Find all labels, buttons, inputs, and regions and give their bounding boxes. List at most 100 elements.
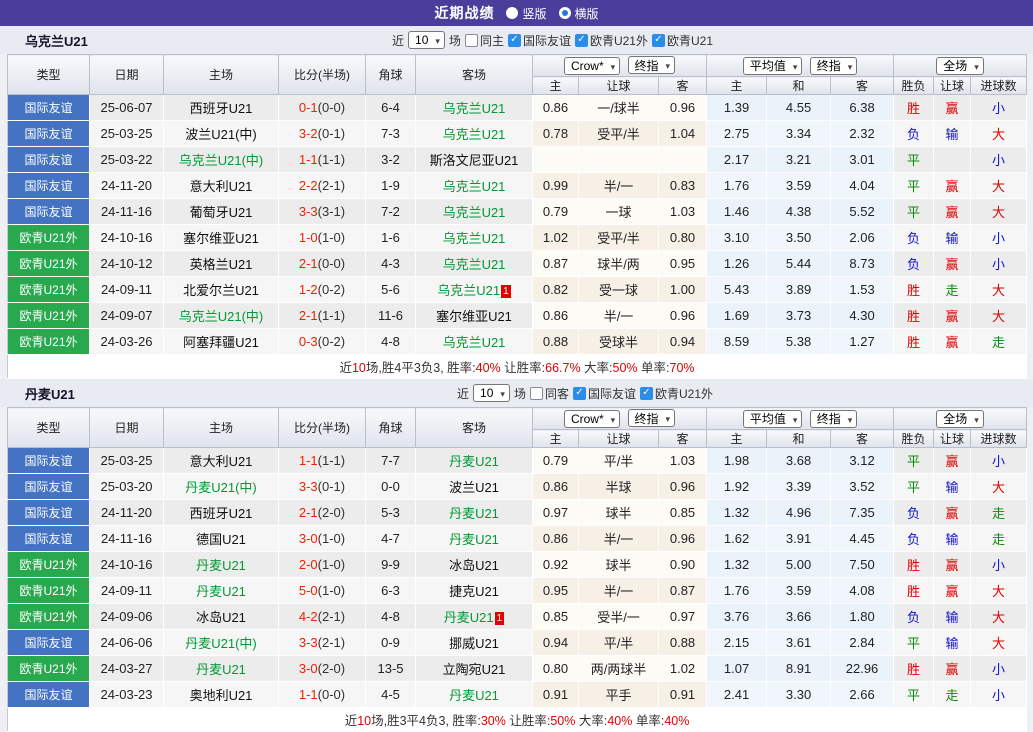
competition-filter-euro-u21-qual[interactable]: 欧青U21外	[639, 385, 713, 402]
result-goals: 大	[970, 276, 1028, 303]
home-team-name[interactable]: 丹麦U21(中)	[185, 480, 257, 495]
home-team-name[interactable]: 英格兰U21	[190, 257, 253, 272]
fulltime-select[interactable]: 全场	[936, 409, 984, 428]
away-team-name[interactable]: 丹麦U21	[449, 532, 499, 547]
result-handicap: 输	[933, 629, 972, 656]
average-select[interactable]: 平均值	[742, 409, 803, 428]
near-count-select[interactable]: 10	[473, 384, 510, 402]
away-team-name[interactable]: 乌克兰U21	[443, 335, 506, 350]
away-team-name[interactable]: 立陶宛U21	[443, 662, 506, 677]
bookmaker-select[interactable]: Crow*	[563, 409, 621, 428]
score-cell: 5-0(1-0)	[278, 577, 366, 604]
halftime-score: (2-1)	[317, 178, 346, 193]
score-cell: 1-2(0-2)	[278, 276, 366, 303]
home-team-name[interactable]: 西班牙U21	[190, 506, 253, 521]
corner-cell: 7-7	[365, 447, 416, 474]
result-goals: 小	[970, 551, 1028, 578]
away-team-name[interactable]: 丹麦U21	[449, 506, 499, 521]
competition-filter-euro-u21-qual[interactable]: 欧青U21外	[574, 32, 648, 49]
away-team-name[interactable]: 斯洛文尼亚U21	[430, 153, 519, 168]
col-date: 日期	[89, 407, 164, 448]
result-goals: 小	[970, 681, 1028, 708]
fulltime-score: 2-0	[298, 557, 318, 572]
handicap-home-odds: 0.94	[532, 629, 579, 656]
score-cell: 1-1(1-1)	[278, 447, 366, 474]
home-team-name[interactable]: 北爱尔兰U21	[183, 283, 259, 298]
average-select[interactable]: 平均值	[742, 56, 803, 75]
home-team-name[interactable]: 丹麦U21	[196, 558, 246, 573]
col-home: 主场	[163, 54, 279, 95]
home-team-name[interactable]: 意大利U21	[190, 454, 253, 469]
handicap-home-odds: 0.79	[532, 447, 579, 474]
final-odds-select-2[interactable]: 终指	[809, 409, 858, 428]
checkbox-unchecked-icon	[464, 33, 478, 47]
away-team-name[interactable]: 捷克U21	[449, 584, 499, 599]
near-count-select[interactable]: 10	[408, 31, 445, 49]
subcol-goals: 进球数	[970, 76, 1028, 95]
avg-draw-odds: 4.38	[766, 198, 832, 225]
home-team-name[interactable]: 乌克兰U21(中)	[179, 309, 264, 324]
away-team-name[interactable]: 乌克兰U21	[443, 179, 506, 194]
away-team-name[interactable]: 丹麦U21	[449, 688, 499, 703]
radio-vertical[interactable]: 竖版	[506, 5, 547, 22]
home-team-name[interactable]: 奥地利U21	[190, 688, 253, 703]
match-type-cell: 欧青U21外	[7, 224, 90, 251]
home-team-name[interactable]: 阿塞拜疆U21	[183, 335, 259, 350]
away-team-name[interactable]: 挪威U21	[449, 636, 499, 651]
away-team-name[interactable]: 冰岛U21	[449, 558, 499, 573]
radio-horizontal[interactable]: 横版	[558, 5, 599, 22]
same-home-filter[interactable]: 同主	[464, 32, 504, 49]
final-odds-select[interactable]: 终指	[627, 409, 676, 428]
home-team-name[interactable]: 西班牙U21	[190, 101, 253, 116]
score-cell: 3-3(0-1)	[278, 473, 366, 500]
caret-down-icon	[848, 59, 853, 73]
away-team-name[interactable]: 丹麦U21	[444, 610, 494, 625]
match-type-cell: 欧青U21外	[7, 551, 90, 578]
avg-draw-odds: 3.39	[766, 473, 832, 500]
result-wdl: 胜	[893, 94, 935, 121]
fulltime-score: 1-1	[298, 152, 318, 167]
home-team-name[interactable]: 葡萄牙U21	[190, 205, 253, 220]
avg-home-odds: 5.43	[706, 276, 768, 303]
average-odds-group: 平均值 终指	[706, 407, 895, 430]
avg-draw-odds: 3.50	[766, 224, 832, 251]
home-team-name[interactable]: 冰岛U21	[196, 610, 246, 625]
handicap-home-odds: 0.85	[532, 603, 579, 630]
final-odds-select[interactable]: 终指	[627, 56, 676, 75]
fulltime-score: 3-0	[298, 531, 318, 546]
competition-filter-friendly[interactable]: 国际友谊	[572, 385, 636, 402]
away-team-name[interactable]: 乌克兰U21	[443, 101, 506, 116]
handicap-home-odds: 0.92	[532, 551, 579, 578]
away-team-name[interactable]: 乌克兰U21	[443, 205, 506, 220]
home-team-name[interactable]: 乌克兰U21(中)	[179, 153, 264, 168]
same-away-filter[interactable]: 同客	[529, 385, 569, 402]
handicap-home-odds: 0.88	[532, 328, 579, 355]
away-team-name[interactable]: 丹麦U21	[449, 454, 499, 469]
bookmaker-select[interactable]: Crow*	[563, 56, 621, 75]
home-team-name[interactable]: 塞尔维亚U21	[183, 231, 259, 246]
subcol-handicap-result: 让球	[933, 429, 972, 448]
handicap-line: 半/一	[578, 302, 659, 329]
away-team-name[interactable]: 波兰U21	[449, 480, 499, 495]
competition-filter-euro-u21[interactable]: 欧青U21	[651, 32, 713, 49]
match-row: 欧青U21外 24-09-07 乌克兰U21(中) 2-1(1-1) 11-6 …	[7, 302, 1028, 329]
subcol-wdl: 胜负	[893, 429, 935, 448]
away-team-name[interactable]: 乌克兰U21	[437, 283, 500, 298]
home-team-name[interactable]: 丹麦U21	[196, 584, 246, 599]
home-team-cell: 丹麦U21	[163, 551, 279, 578]
result-goals: 大	[970, 120, 1028, 147]
away-team-name[interactable]: 乌克兰U21	[443, 231, 506, 246]
away-team-name[interactable]: 乌克兰U21	[443, 257, 506, 272]
final-odds-select-2[interactable]: 终指	[809, 56, 858, 75]
home-team-name[interactable]: 波兰U21(中)	[185, 127, 257, 142]
home-team-name[interactable]: 意大利U21	[190, 179, 253, 194]
away-team-name[interactable]: 乌克兰U21	[443, 127, 506, 142]
fulltime-select[interactable]: 全场	[936, 56, 984, 75]
home-team-name[interactable]: 丹麦U21	[196, 662, 246, 677]
match-type-cell: 欧青U21外	[7, 250, 90, 277]
home-team-name[interactable]: 德国U21	[196, 532, 246, 547]
away-team-name[interactable]: 塞尔维亚U21	[436, 309, 512, 324]
competition-filter-friendly[interactable]: 国际友谊	[507, 32, 571, 49]
home-team-name[interactable]: 丹麦U21(中)	[185, 636, 257, 651]
avg-away-odds: 2.84	[830, 629, 895, 656]
